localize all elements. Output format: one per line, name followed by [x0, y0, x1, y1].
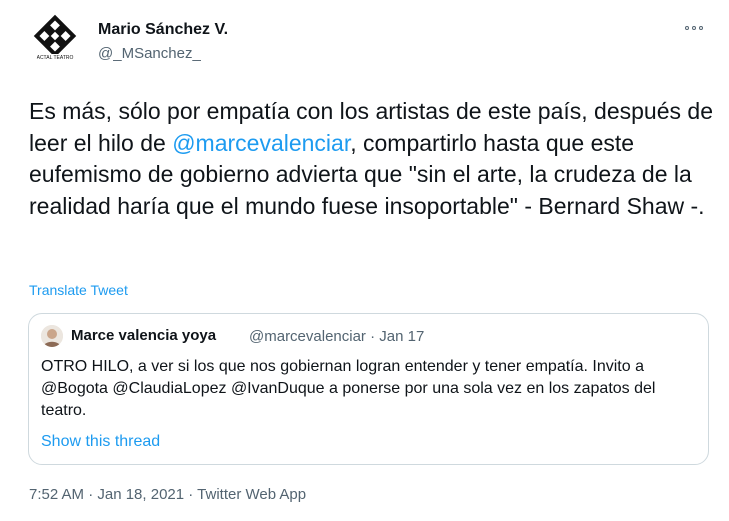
author-display-name[interactable]: Mario Sánchez V.: [98, 21, 228, 39]
tweet-text: Es más, sólo por empatía con los artista…: [29, 96, 719, 222]
tweet-timestamp[interactable]: 7:52 AM · Jan 18, 2021 · Twitter Web App: [29, 486, 306, 503]
more-options-icon[interactable]: [681, 18, 707, 38]
author-handle[interactable]: @_MSanchez_: [98, 45, 201, 62]
author-avatar[interactable]: ACTAL TEATRO: [29, 14, 81, 66]
avatar-caption: ACTAL TEATRO: [37, 55, 74, 61]
actal-teatro-logo-icon: ACTAL TEATRO: [29, 14, 81, 66]
quoted-author-meta: @marcevalenciar · Jan 17: [249, 328, 425, 345]
profile-photo-icon: [41, 325, 63, 347]
translate-tweet-link[interactable]: Translate Tweet: [29, 282, 128, 298]
quoted-tweet-text: OTRO HILO, a ver si los que nos gobierna…: [41, 358, 656, 419]
mention-link[interactable]: @marcevalenciar: [172, 130, 350, 156]
quoted-tweet-card[interactable]: Marce valencia yoya @marcevalenciar · Ja…: [28, 313, 709, 465]
quoted-author-avatar: [41, 325, 63, 347]
show-thread-link[interactable]: Show this thread: [41, 433, 160, 451]
quoted-author-name: Marce valencia yoya: [71, 327, 217, 344]
